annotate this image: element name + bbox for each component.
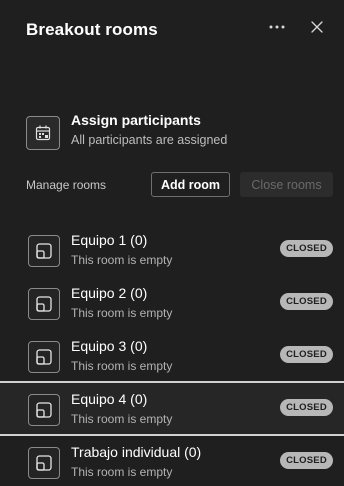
room-icon bbox=[36, 402, 52, 418]
manage-rooms-label: Manage rooms bbox=[26, 178, 107, 192]
room-icon bbox=[36, 243, 52, 259]
assign-participants-button[interactable]: Assign participants All participants are… bbox=[26, 110, 326, 154]
room-icon-box bbox=[28, 447, 60, 479]
room-icon bbox=[36, 455, 52, 471]
room-icon-box bbox=[28, 235, 60, 267]
add-room-button[interactable]: Add room bbox=[151, 172, 230, 197]
breakout-rooms-panel: Breakout rooms Assign participants All p… bbox=[0, 0, 344, 486]
room-icon-box bbox=[28, 394, 60, 426]
more-options-button[interactable] bbox=[264, 14, 290, 40]
room-closed-badge: CLOSED bbox=[280, 399, 333, 416]
room-item-equipo-1[interactable]: Equipo 1 (0) This room is empty CLOSED bbox=[0, 224, 344, 276]
room-status-text: This room is empty bbox=[71, 253, 173, 267]
room-icon-box bbox=[28, 341, 60, 373]
room-name: Equipo 4 (0) bbox=[71, 391, 148, 407]
close-icon bbox=[311, 21, 323, 33]
panel-title: Breakout rooms bbox=[26, 20, 158, 39]
assign-participants-icon bbox=[35, 125, 51, 141]
room-icon bbox=[36, 296, 52, 312]
room-icon-box bbox=[28, 288, 60, 320]
room-status-text: This room is empty bbox=[71, 359, 173, 373]
room-status-text: This room is empty bbox=[71, 412, 173, 426]
room-name: Equipo 3 (0) bbox=[71, 338, 148, 354]
close-panel-button[interactable] bbox=[304, 14, 330, 40]
room-item-equipo-2[interactable]: Equipo 2 (0) This room is empty CLOSED bbox=[0, 277, 344, 329]
room-item-trabajo-individual[interactable]: Trabajo individual (0) This room is empt… bbox=[0, 436, 344, 486]
room-name: Equipo 2 (0) bbox=[71, 285, 148, 301]
room-closed-badge: CLOSED bbox=[280, 452, 333, 469]
assign-participants-title: Assign participants bbox=[71, 112, 201, 128]
assign-participants-icon-box bbox=[26, 116, 60, 150]
room-closed-badge: CLOSED bbox=[280, 293, 333, 310]
room-name: Trabajo individual (0) bbox=[71, 444, 202, 460]
room-closed-badge: CLOSED bbox=[280, 240, 333, 257]
room-status-text: This room is empty bbox=[71, 465, 173, 479]
more-horizontal-icon bbox=[269, 25, 285, 29]
room-icon bbox=[36, 349, 52, 365]
assign-participants-subtitle: All participants are assigned bbox=[71, 133, 228, 147]
room-closed-badge: CLOSED bbox=[280, 346, 333, 363]
panel-header: Breakout rooms bbox=[0, 0, 344, 62]
room-status-text: This room is empty bbox=[71, 306, 173, 320]
room-item-equipo-4[interactable]: Equipo 4 (0) This room is empty CLOSED bbox=[0, 383, 344, 435]
close-rooms-button[interactable]: Close rooms bbox=[240, 172, 333, 197]
manage-rooms-bar: Manage rooms Add room Close rooms bbox=[0, 170, 344, 200]
room-item-equipo-3[interactable]: Equipo 3 (0) This room is empty CLOSED bbox=[0, 330, 344, 382]
room-name: Equipo 1 (0) bbox=[71, 232, 148, 248]
